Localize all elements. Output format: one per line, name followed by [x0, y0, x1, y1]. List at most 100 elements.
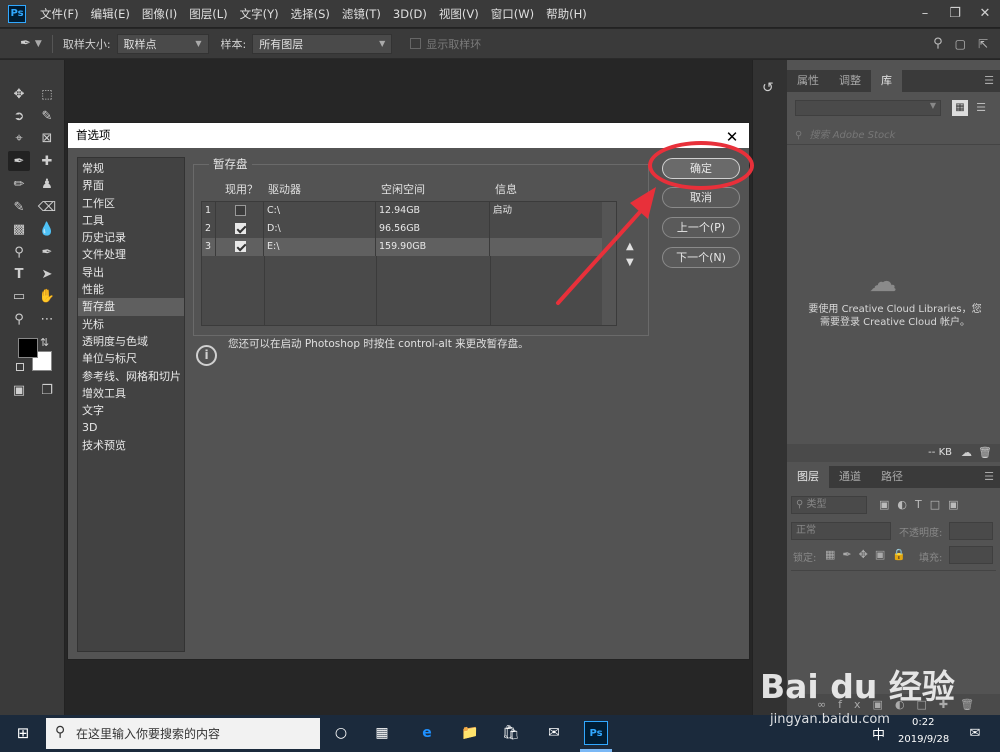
panel-menu-icon[interactable]: ☰ [984, 70, 994, 92]
file-explorer-icon[interactable]: 📁 [459, 722, 481, 744]
menu-type[interactable]: 文字(Y) [240, 6, 279, 22]
eyedropper-icon[interactable]: ✒ [20, 36, 31, 51]
table-row[interactable]: 1 C:\ 12.94GB 启动 [202, 202, 602, 220]
photoshop-taskbar-icon[interactable]: Ps [584, 721, 608, 745]
category-cursors[interactable]: 光标 [78, 316, 184, 333]
quick-select-tool-icon[interactable]: ✎ [36, 106, 58, 126]
share-icon[interactable]: ⇱ [978, 37, 988, 51]
gradient-tool-icon[interactable]: ▩ [8, 219, 30, 239]
foreground-color-swatch[interactable] [18, 338, 38, 358]
layer-filter-select[interactable]: ⚲ 类型 [791, 496, 867, 514]
notifications-icon[interactable]: ✉ [964, 722, 986, 744]
marquee-tool-icon[interactable]: ⬚ [36, 84, 58, 104]
taskbar-search[interactable]: ⚲ 在这里输入你要搜索的内容 [46, 718, 320, 749]
category-file-handling[interactable]: 文件处理 [78, 246, 184, 263]
menu-image[interactable]: 图像(I) [142, 6, 177, 22]
category-guides-grid-slices[interactable]: 参考线、网格和切片 [78, 368, 184, 385]
rectangle-tool-icon[interactable]: ▭ [8, 286, 30, 306]
swap-colors-icon[interactable]: ⇅ [40, 336, 49, 349]
trash-icon[interactable]: 🗑 [978, 446, 992, 459]
active-checkbox[interactable] [235, 205, 246, 216]
menu-3d[interactable]: 3D(D) [393, 7, 427, 21]
zoom-tool-icon[interactable]: ⚲ [8, 309, 30, 329]
task-view-icon[interactable]: ▦ [371, 722, 393, 744]
opacity-input[interactable] [949, 522, 993, 540]
grid-view-icon[interactable]: ▦ [952, 100, 968, 116]
edge-icon[interactable]: e [416, 722, 438, 744]
blend-mode-select[interactable]: 正常 [791, 522, 891, 540]
menu-view[interactable]: 视图(V) [439, 6, 479, 22]
close-icon[interactable]: ✕ [970, 6, 1000, 21]
clock-time[interactable]: 0:22 [912, 717, 934, 728]
cancel-button[interactable]: 取消 [662, 187, 740, 208]
sample-size-select[interactable]: 取样点 ▼ [116, 33, 209, 54]
store-icon[interactable]: 🛍 [500, 722, 522, 744]
lock-icons[interactable]: ▦✒✥▣🔒 [825, 548, 913, 561]
dodge-tool-icon[interactable]: ⚲ [8, 242, 30, 262]
restore-icon[interactable]: ❐ [940, 6, 970, 21]
lasso-tool-icon[interactable]: ➲ [8, 106, 30, 126]
category-scratch-disks[interactable]: 暂存盘 [78, 298, 184, 316]
show-ring-checkbox[interactable] [410, 38, 422, 49]
crop-tool-icon[interactable]: ⌖ [8, 128, 30, 148]
screen-mode-icon[interactable]: ❐ [36, 380, 58, 400]
category-workspace[interactable]: 工作区 [78, 195, 184, 212]
path-select-tool-icon[interactable]: ➤ [36, 264, 58, 284]
search-icon[interactable]: ⚲ [933, 36, 943, 51]
chevron-down-icon[interactable]: ▼ [35, 39, 42, 49]
workspace-icon[interactable]: ▢ [955, 37, 966, 51]
eyedropper-tool-icon[interactable]: ✒ [8, 151, 30, 171]
history-panel-icon[interactable]: ↺ [762, 80, 774, 96]
hand-tool-icon[interactable]: ✋ [36, 286, 58, 306]
category-history-log[interactable]: 历史记录 [78, 229, 184, 246]
menu-help[interactable]: 帮助(H) [546, 6, 587, 22]
active-checkbox[interactable] [235, 241, 246, 252]
menu-window[interactable]: 窗口(W) [491, 6, 534, 22]
cortana-icon[interactable]: ○ [330, 722, 352, 744]
menu-select[interactable]: 选择(S) [291, 6, 330, 22]
stock-search[interactable]: ⚲ 搜索 Adobe Stock [795, 126, 895, 141]
healing-brush-tool-icon[interactable]: ✚ [36, 151, 58, 171]
list-view-icon[interactable]: ☰ [973, 100, 989, 116]
minimize-icon[interactable]: – [910, 6, 940, 21]
tab-layers[interactable]: 图层 [787, 466, 829, 488]
tab-paths[interactable]: 路径 [871, 466, 913, 488]
menu-layer[interactable]: 图层(L) [189, 6, 227, 22]
category-performance[interactable]: 性能 [78, 281, 184, 298]
cc-sync-icon[interactable]: ☁ [961, 446, 972, 459]
sample-select[interactable]: 所有图层 ▼ [252, 33, 393, 54]
pen-tool-icon[interactable]: ✒ [36, 242, 58, 262]
active-checkbox[interactable] [235, 223, 246, 234]
brush-tool-icon[interactable]: ✏ [8, 174, 30, 194]
category-type[interactable]: 文字 [78, 402, 184, 419]
category-plugins[interactable]: 增效工具 [78, 385, 184, 402]
fill-input[interactable] [949, 546, 993, 564]
more-tools-icon[interactable]: ⋯ [36, 309, 58, 329]
mail-icon[interactable]: ✉ [543, 722, 565, 744]
type-tool-icon[interactable]: T [8, 264, 30, 284]
category-export[interactable]: 导出 [78, 264, 184, 281]
menu-file[interactable]: 文件(F) [40, 6, 79, 22]
move-tool-icon[interactable]: ✥ [8, 84, 30, 104]
eraser-tool-icon[interactable]: ⌫ [36, 197, 58, 217]
menu-filter[interactable]: 滤镜(T) [342, 6, 381, 22]
history-brush-tool-icon[interactable]: ✎ [8, 197, 30, 217]
category-tools[interactable]: 工具 [78, 212, 184, 229]
menu-edit[interactable]: 编辑(E) [91, 6, 130, 22]
table-row[interactable]: 3 E:\ 159.90GB [202, 238, 602, 256]
stamp-tool-icon[interactable]: ♟ [36, 174, 58, 194]
category-general[interactable]: 常规 [78, 160, 184, 177]
category-technology-previews[interactable]: 技术预览 [78, 437, 184, 454]
table-row[interactable]: 2 D:\ 96.56GB [202, 220, 602, 238]
library-select[interactable]: ▼ [795, 100, 941, 116]
tab-properties[interactable]: 属性 [787, 70, 829, 92]
blur-tool-icon[interactable]: 💧 [36, 219, 58, 239]
tab-adjustments[interactable]: 调整 [829, 70, 871, 92]
tab-libraries[interactable]: 库 [871, 70, 902, 92]
quick-mask-icon[interactable]: ▣ [8, 380, 30, 400]
default-colors-icon[interactable] [16, 363, 24, 371]
layer-filter-icons[interactable]: ▣◐T□▣ [879, 498, 967, 511]
category-transparency-gamut[interactable]: 透明度与色域 [78, 333, 184, 350]
tab-channels[interactable]: 通道 [829, 466, 871, 488]
category-units-rulers[interactable]: 单位与标尺 [78, 350, 184, 367]
